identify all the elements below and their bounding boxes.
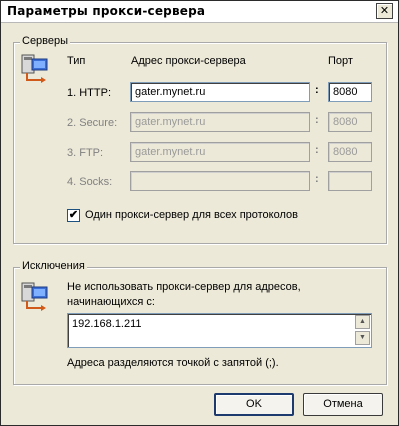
- http-port-input[interactable]: 8080: [328, 82, 372, 102]
- close-button[interactable]: ✕: [376, 3, 393, 19]
- window-title: Параметры прокси-сервера: [7, 4, 206, 18]
- exceptions-description-line1: Не использовать прокси-сервер для адресо…: [67, 281, 301, 293]
- cancel-button[interactable]: Отмена: [303, 393, 383, 416]
- same-proxy-checkbox[interactable]: ✔: [67, 209, 80, 222]
- secure-label: 2. Secure:: [67, 117, 118, 129]
- ftp-address-input[interactable]: gater.mynet.ru: [130, 142, 310, 162]
- secure-address-input[interactable]: gater.mynet.ru: [130, 112, 310, 132]
- socks-label: 4. Socks:: [67, 176, 113, 188]
- network-computer-icon: [21, 281, 51, 311]
- ftp-label: 3. FTP:: [67, 147, 104, 159]
- http-colon: :: [315, 84, 319, 96]
- exceptions-description-line2: начинающихся с:: [67, 296, 155, 308]
- socks-colon: :: [315, 173, 319, 185]
- servers-group-title: Серверы: [20, 35, 71, 47]
- exceptions-textarea[interactable]: 192.168.1.211: [67, 313, 372, 348]
- check-icon: ✔: [68, 209, 79, 221]
- network-computer-icon: [21, 53, 51, 83]
- exceptions-value: 192.168.1.211: [72, 318, 142, 330]
- http-label: 1. HTTP:: [67, 87, 112, 99]
- column-port-header: Порт: [328, 55, 353, 67]
- exceptions-group-title: Исключения: [20, 260, 87, 272]
- ftp-colon: :: [315, 144, 319, 156]
- secure-colon: :: [315, 114, 319, 126]
- socks-port-input[interactable]: [328, 171, 372, 191]
- scroll-up-button[interactable]: ▲: [355, 315, 370, 329]
- proxy-settings-dialog: Параметры прокси-сервера ✕ Серверы Тип А…: [0, 0, 399, 426]
- column-type-header: Тип: [67, 55, 86, 67]
- scroll-down-button[interactable]: ▼: [355, 331, 370, 345]
- http-address-input[interactable]: gater.mynet.ru: [130, 82, 310, 102]
- title-bar: Параметры прокси-сервера ✕: [1, 1, 398, 23]
- ftp-port-input[interactable]: 8080: [328, 142, 372, 162]
- same-proxy-label[interactable]: Один прокси-сервер для всех протоколов: [85, 209, 298, 221]
- ok-button[interactable]: OK: [214, 393, 294, 416]
- socks-address-input[interactable]: [130, 171, 310, 191]
- secure-port-input[interactable]: 8080: [328, 112, 372, 132]
- close-icon: ✕: [379, 5, 390, 17]
- exceptions-hint: Адреса разделяются точкой с запятой (;).: [67, 357, 279, 369]
- column-address-header: Адрес прокси-сервера: [131, 55, 246, 67]
